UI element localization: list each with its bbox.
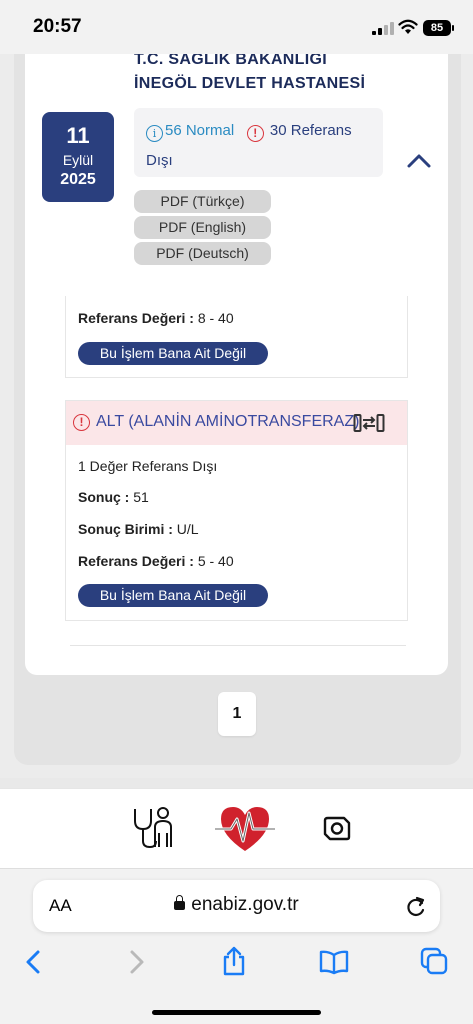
lock-icon <box>174 895 186 910</box>
compare-icon[interactable] <box>353 412 385 434</box>
result-summary: i 56 Normal ! 30 Referans Dışı <box>134 108 383 177</box>
ref-value: 5 - 40 <box>197 553 234 569</box>
reload-icon[interactable] <box>405 894 427 918</box>
test-name: ALT (ALANİN AMİNOTRANSFERAZ) <box>96 413 360 430</box>
out-of-ref-count: 30 Referans <box>269 122 352 139</box>
date-year: 2025 <box>60 171 96 188</box>
url-display[interactable]: enabiz.gov.tr <box>33 894 440 916</box>
test-header[interactable]: ! ALT (ALANİN AMİNOTRANSFERAZ) <box>66 401 407 445</box>
app-bottom-nav <box>0 788 473 868</box>
hospital-line-2: İNEGÖL DEVLET HASTANESİ <box>134 75 366 92</box>
exclamation-circle-icon: ! <box>73 414 90 431</box>
report-date: 11 Eylül 2025 <box>42 112 114 202</box>
unit-line: Sonuç Birimi : U/L <box>78 521 199 537</box>
unit-value: U/L <box>176 521 199 537</box>
result-line: Sonuç : 51 <box>78 489 149 505</box>
not-mine-button-previous[interactable]: Bu İşlem Bana Ait Değil <box>78 342 268 365</box>
pdf-english-button[interactable]: PDF (English) <box>134 216 271 239</box>
out-of-ref-note: 1 Değer Referans Dışı <box>78 458 218 474</box>
not-mine-button[interactable]: Bu İşlem Bana Ait Değil <box>78 584 268 607</box>
back-icon[interactable] <box>22 949 46 975</box>
date-month: Eylül <box>62 152 94 168</box>
battery-indicator: 85 <box>423 20 454 36</box>
browser-toolbar: AA enabiz.gov.tr <box>0 868 473 1024</box>
tabs-icon[interactable] <box>420 947 448 975</box>
prev-ref-label: Referans Değeri : <box>78 310 194 326</box>
ref-label: Referans Değeri : <box>78 553 194 569</box>
result-value: 51 <box>133 489 149 505</box>
doctor-icon[interactable] <box>130 803 176 851</box>
hospital-name: T.C. SAĞLIK BAKANLIĞI İNEGÖL DEVLET HAST… <box>134 50 365 97</box>
forward-icon[interactable] <box>124 949 148 975</box>
pagination-page[interactable]: 1 <box>218 692 256 736</box>
ref-line: Referans Değeri : 5 - 40 <box>78 553 234 569</box>
enabiz-heart-logo[interactable] <box>213 799 277 855</box>
date-day: 11 <box>66 123 90 148</box>
result-label: Sonuç : <box>78 489 130 505</box>
exclamation-circle-icon: ! <box>246 125 264 142</box>
status-bar: 20:57 85 <box>0 0 473 54</box>
bookmarks-icon[interactable] <box>318 949 350 975</box>
address-bar[interactable]: AA enabiz.gov.tr <box>33 880 440 932</box>
pdf-german-button[interactable]: PDF (Deutsch) <box>134 242 271 265</box>
info-circle-icon: i <box>146 125 163 142</box>
normal-count: 56 Normal <box>165 122 235 139</box>
result-block-previous <box>65 296 408 378</box>
unit-label: Sonuç Birimi : <box>78 521 173 537</box>
signal-icon <box>372 22 394 35</box>
camera-icon[interactable] <box>322 813 352 843</box>
pdf-turkish-button[interactable]: PDF (Türkçe) <box>134 190 271 213</box>
wifi-icon <box>398 19 418 34</box>
chevron-up-icon[interactable] <box>404 148 434 172</box>
prev-ref-value: 8 - 40 <box>197 310 234 326</box>
status-time: 20:57 <box>33 16 82 37</box>
out-of-ref-count-cont: Dışı <box>146 152 173 169</box>
divider <box>70 645 406 646</box>
page-gap <box>0 778 473 788</box>
share-icon[interactable] <box>220 945 248 977</box>
url-text: enabiz.gov.tr <box>191 894 299 915</box>
home-indicator <box>152 1010 321 1015</box>
prev-ref-line: Referans Değeri : 8 - 40 <box>78 310 234 326</box>
